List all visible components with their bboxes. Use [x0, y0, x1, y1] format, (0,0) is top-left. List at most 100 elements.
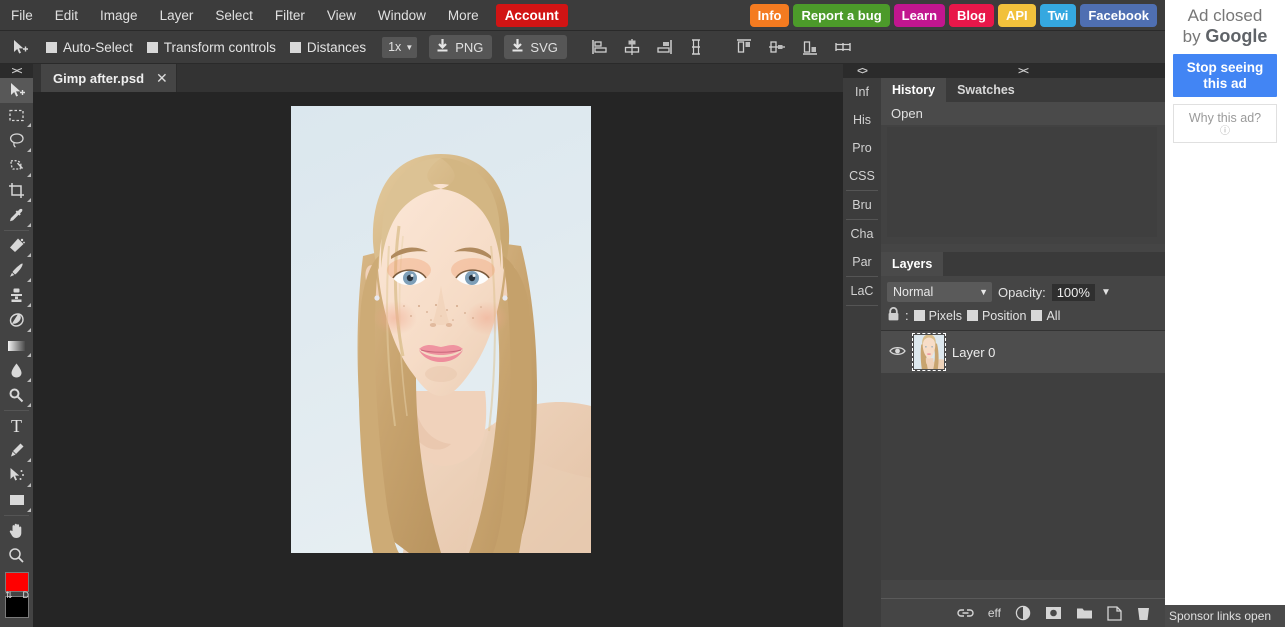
delete-layer-icon[interactable]: [1136, 606, 1151, 621]
blog-button[interactable]: Blog: [949, 3, 994, 27]
menu-item-layer[interactable]: Layer: [149, 4, 205, 27]
distribute-vertical-icon[interactable]: [685, 36, 707, 58]
distances-checkbox-box[interactable]: [289, 41, 301, 53]
zoom-level-select[interactable]: 1x ▼: [382, 36, 418, 58]
lock-position-checkbox-box[interactable]: [966, 310, 978, 321]
right-panel-collapse-handle[interactable]: ><: [881, 64, 1165, 78]
panel-tab-brushes[interactable]: Bru: [843, 191, 881, 219]
blur-tool[interactable]: [0, 358, 33, 383]
default-colors-icon[interactable]: D: [23, 590, 30, 600]
lock-all-checkbox[interactable]: All: [1031, 309, 1060, 323]
shape-tool[interactable]: [0, 488, 33, 513]
gradient-tool[interactable]: [0, 333, 33, 358]
opacity-caret-icon[interactable]: ▼: [1101, 287, 1111, 298]
panel-tab-history[interactable]: His: [843, 106, 881, 134]
transform-controls-checkbox[interactable]: Transform controls: [146, 40, 276, 55]
lasso-tool[interactable]: [0, 128, 33, 153]
auto-select-checkbox-box[interactable]: [46, 41, 57, 53]
report-bug-button[interactable]: Report a bug: [793, 3, 890, 27]
facebook-button[interactable]: Facebook: [1080, 3, 1157, 27]
new-layer-icon[interactable]: [1107, 605, 1122, 621]
lock-all-checkbox-box[interactable]: [1031, 310, 1043, 321]
panel-tab-channels[interactable]: Cha: [843, 220, 881, 248]
menu-item-window[interactable]: Window: [367, 4, 437, 27]
move-tool[interactable]: [0, 78, 33, 103]
menu-item-image[interactable]: Image: [89, 4, 149, 27]
menu-item-view[interactable]: View: [316, 4, 367, 27]
panel-tab-info[interactable]: Inf: [843, 78, 881, 106]
layer-list[interactable]: Layer 0: [881, 330, 1165, 580]
lock-pixels-checkbox[interactable]: Pixels: [913, 308, 962, 323]
eraser-tool[interactable]: [0, 308, 33, 333]
lock-pixels-label: Pixels: [928, 308, 962, 323]
download-svg-button[interactable]: SVG: [504, 35, 567, 59]
canvas-image[interactable]: [291, 106, 591, 553]
menu-item-file[interactable]: File: [0, 4, 44, 27]
layer-effects-icon[interactable]: eff: [988, 606, 1001, 620]
dodge-tool[interactable]: [0, 383, 33, 408]
panel-tab-properties[interactable]: Pro: [843, 134, 881, 162]
swap-colors-icon[interactable]: ⇅: [5, 590, 13, 600]
zoom-tool[interactable]: [0, 543, 33, 568]
distances-checkbox[interactable]: Distances: [289, 40, 366, 55]
crop-tool[interactable]: [0, 178, 33, 203]
api-button[interactable]: API: [997, 3, 1036, 27]
menu-item-filter[interactable]: Filter: [264, 4, 316, 27]
align-middle-vertical-icon[interactable]: [766, 36, 788, 58]
eye-icon[interactable]: [889, 345, 906, 360]
adjustment-layer-icon[interactable]: [1015, 605, 1031, 621]
tab-history[interactable]: History: [881, 78, 947, 102]
auto-select-label: Auto-Select: [63, 39, 133, 55]
foreground-color-swatch[interactable]: [5, 572, 29, 592]
menu-item-more[interactable]: More: [437, 4, 490, 27]
document-tab[interactable]: Gimp after.psd ✕: [41, 64, 177, 92]
canvas-area[interactable]: [33, 64, 843, 627]
download-png-button[interactable]: PNG: [429, 35, 493, 59]
magic-wand-tool[interactable]: [0, 153, 33, 178]
menu-item-select[interactable]: Select: [204, 4, 264, 27]
type-tool[interactable]: T: [0, 413, 33, 438]
auto-select-checkbox[interactable]: Auto-Select: [46, 40, 133, 55]
menu-item-edit[interactable]: Edit: [44, 4, 89, 27]
transform-controls-checkbox-box[interactable]: [146, 41, 158, 53]
panel-tab-paragraph[interactable]: Par: [843, 248, 881, 276]
move-tool-icon[interactable]: [6, 36, 32, 58]
lock-pixels-checkbox-box[interactable]: [913, 310, 925, 321]
panel-tab-css[interactable]: CSS: [843, 162, 881, 190]
distribute-horizontal-icon[interactable]: [832, 36, 854, 58]
new-group-icon[interactable]: [1076, 606, 1093, 620]
pen-tool[interactable]: [0, 438, 33, 463]
panel-strip-expand-handle[interactable]: <>: [843, 64, 881, 78]
rectangular-marquee-tool[interactable]: [0, 103, 33, 128]
close-icon[interactable]: ✕: [156, 71, 168, 85]
why-this-ad-link[interactable]: Why this ad? ⓘ: [1173, 104, 1277, 144]
opacity-value[interactable]: 100%: [1051, 283, 1095, 301]
tab-layers[interactable]: Layers: [881, 252, 944, 276]
align-bottom-icon[interactable]: [799, 36, 821, 58]
align-right-icon[interactable]: [653, 36, 675, 58]
healing-brush-tool[interactable]: [0, 233, 33, 258]
panel-tab-layer-comps[interactable]: LaC: [843, 277, 881, 305]
tab-swatches[interactable]: Swatches: [946, 78, 1026, 102]
twitter-button[interactable]: Twi: [1039, 3, 1077, 27]
learn-button[interactable]: Learn: [893, 3, 946, 27]
lock-position-checkbox[interactable]: Position: [966, 309, 1026, 323]
path-select-tool[interactable]: [0, 463, 33, 488]
account-button[interactable]: Account: [495, 3, 568, 27]
align-left-icon[interactable]: [589, 36, 611, 58]
history-item-open[interactable]: Open: [881, 102, 1165, 125]
hand-tool[interactable]: [0, 518, 33, 543]
eyedropper-tool[interactable]: [0, 203, 33, 228]
align-center-horizontal-icon[interactable]: [621, 36, 643, 58]
brush-tool[interactable]: [0, 258, 33, 283]
clone-stamp-tool[interactable]: [0, 283, 33, 308]
layer-mask-icon[interactable]: [1045, 606, 1062, 620]
stop-seeing-ad-button[interactable]: Stop seeing this ad: [1173, 54, 1277, 98]
tools-panel-collapse-handle[interactable]: ><: [0, 64, 33, 78]
link-layers-icon[interactable]: [957, 607, 974, 619]
blend-mode-select[interactable]: Normal ▼: [887, 282, 992, 302]
table-row[interactable]: Layer 0: [881, 331, 1165, 373]
align-top-icon[interactable]: [733, 36, 755, 58]
history-list[interactable]: Open: [881, 102, 1165, 244]
info-button[interactable]: Info: [749, 3, 790, 27]
